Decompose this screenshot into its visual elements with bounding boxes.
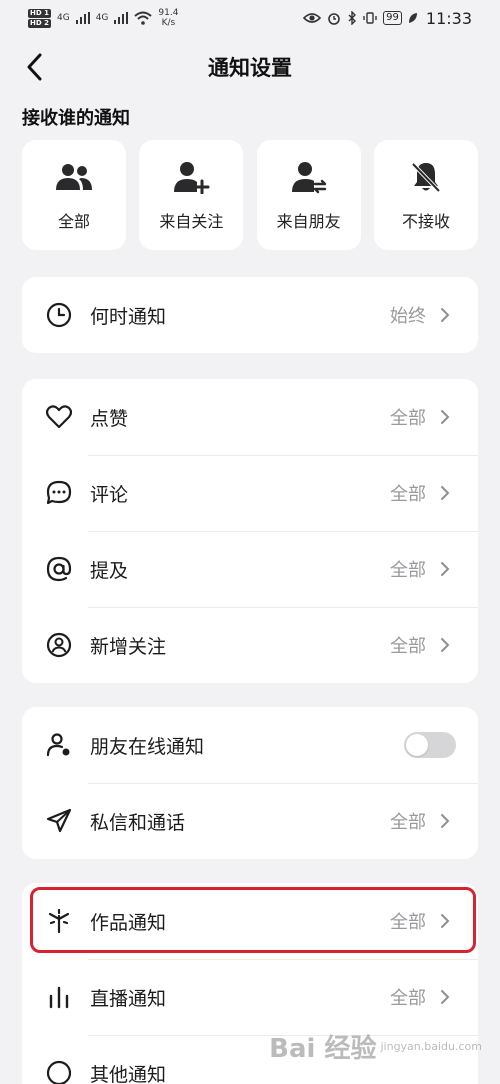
send-icon (44, 806, 74, 836)
receive-option-none[interactable]: 不接收 (373, 140, 478, 250)
comment-icon (44, 478, 74, 508)
add-person-icon (171, 158, 211, 196)
row-value: 始终 (390, 306, 426, 327)
row-label: 何时通知 (90, 305, 167, 328)
row-value: 全部 (390, 408, 426, 429)
status-right: 99 11:33 (303, 9, 472, 28)
friend-online-toggle[interactable] (404, 732, 456, 758)
chevron-right-icon (434, 482, 456, 504)
clock-icon (44, 300, 74, 330)
vibrate-icon (363, 12, 377, 24)
page-title: 通知设置 (208, 56, 292, 80)
when-card: 何时通知 始终 (22, 277, 478, 353)
social-card: 朋友在线通知 私信和通话 全部 (22, 707, 478, 859)
status-left: HD 1 HD 2 4G 4G 91.4 K/s (28, 8, 178, 28)
receive-option-label: 不接收 (401, 212, 450, 231)
live-notify-row[interactable]: 直播通知 全部 (22, 959, 478, 1035)
heart-icon (44, 402, 74, 432)
receive-option-label: 来自关注 (159, 212, 224, 231)
leaf-icon (408, 13, 417, 23)
back-icon[interactable] (20, 52, 48, 82)
alarm-icon (328, 13, 340, 25)
row-label: 点赞 (90, 407, 129, 430)
bell-off-icon (406, 158, 446, 196)
receive-option-friends[interactable]: 来自朋友 (256, 140, 361, 250)
sim-indicators: HD 1 HD 2 (28, 8, 51, 28)
at-icon (44, 554, 74, 584)
row-value: 全部 (390, 636, 426, 657)
row-label: 朋友在线通知 (90, 735, 205, 758)
clock-time: 11:33 (425, 8, 472, 28)
row-label: 直播通知 (90, 987, 167, 1010)
mentions-row[interactable]: 提及 全部 (22, 531, 478, 607)
friend-online-row: 朋友在线通知 (22, 707, 478, 783)
net-speed: 91.4 K/s (158, 8, 178, 28)
hd1-badge: HD 1 (28, 8, 51, 18)
signal-icon (75, 12, 90, 24)
hd2-badge: HD 2 (28, 18, 51, 28)
friend-swap-icon (289, 158, 329, 196)
chevron-right-icon (434, 986, 456, 1008)
highlight-box (30, 887, 476, 953)
receive-option-all[interactable]: 全部 (22, 140, 126, 250)
receive-option-label: 来自朋友 (276, 212, 341, 231)
when-notify-row[interactable]: 何时通知 始终 (22, 277, 478, 353)
person-circle-icon (44, 630, 74, 660)
row-value: 全部 (390, 560, 426, 581)
chevron-right-icon (434, 634, 456, 656)
chevron-right-icon (434, 304, 456, 326)
speed-unit: K/s (161, 18, 176, 28)
row-label: 评论 (90, 483, 129, 506)
signal-icon-2 (114, 12, 129, 24)
watermark-text: Bai 经验 (269, 1034, 377, 1064)
wifi-icon (134, 11, 153, 25)
bars-icon (44, 982, 74, 1012)
messages-calls-row[interactable]: 私信和通话 全部 (22, 783, 478, 859)
network-2: 4G (95, 13, 109, 23)
row-label: 私信和通话 (90, 811, 186, 834)
receive-options: 全部 来自关注 来自朋友 不接收 (22, 140, 478, 250)
row-value: 全部 (390, 988, 426, 1009)
chevron-right-icon (434, 558, 456, 580)
watermark-sub: jingyan.baidu.com (380, 1040, 482, 1053)
receive-option-label: 全部 (57, 212, 90, 231)
chevron-right-icon (434, 810, 456, 832)
interaction-card: 点赞 全部 评论 全部 提及 全部 新增关注 全部 (22, 379, 478, 683)
new-followers-row[interactable]: 新增关注 全部 (22, 607, 478, 683)
person-online-icon (44, 730, 74, 760)
network-1: 4G (56, 13, 70, 23)
battery-indicator: 99 (383, 11, 402, 25)
speed-value: 91.4 (158, 8, 179, 18)
chevron-right-icon (434, 406, 456, 428)
receive-option-following[interactable]: 来自关注 (139, 140, 244, 250)
eye-icon (303, 13, 322, 23)
watermark: Bai 经验 jingyan.baidu.com (269, 1028, 482, 1065)
comments-row[interactable]: 评论 全部 (22, 455, 478, 531)
nav-bar: 通知设置 (0, 44, 500, 90)
row-value: 全部 (390, 812, 426, 833)
status-bar: HD 1 HD 2 4G 4G 91.4 K/s 99 11:33 (0, 0, 500, 36)
row-label: 新增关注 (90, 635, 167, 658)
likes-row[interactable]: 点赞 全部 (22, 379, 478, 455)
row-label: 提及 (90, 559, 129, 582)
row-value: 全部 (390, 484, 426, 505)
toggle-knob (406, 734, 428, 756)
group-icon (54, 158, 94, 196)
bluetooth-icon (348, 11, 357, 25)
receive-section-title: 接收谁的通知 (22, 108, 130, 129)
other-icon (44, 1058, 74, 1084)
